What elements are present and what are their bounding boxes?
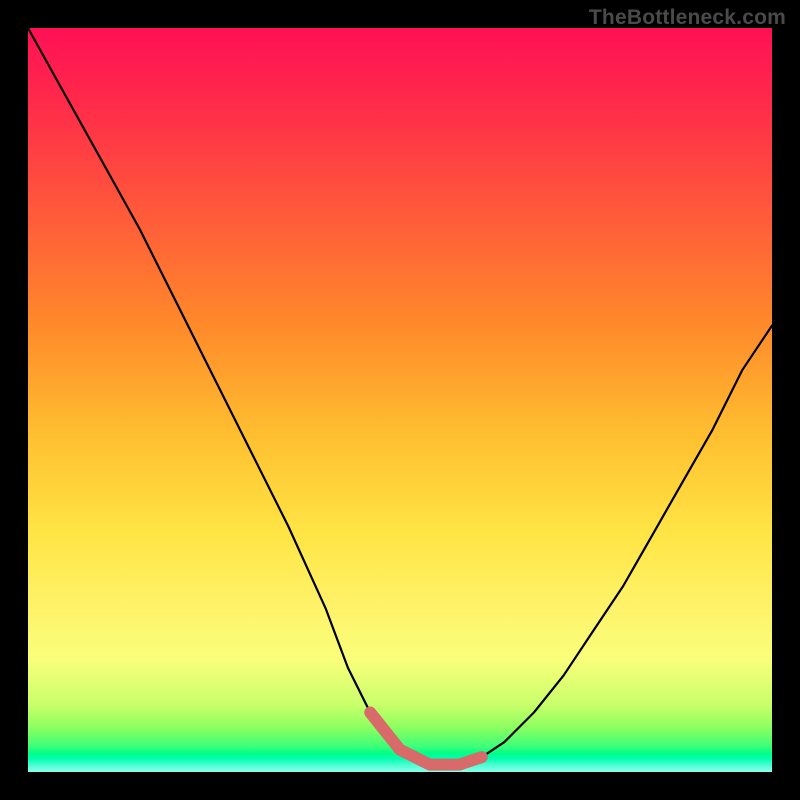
page-frame: TheBottleneck.com xyxy=(0,0,800,800)
watermark-text: TheBottleneck.com xyxy=(589,6,786,30)
trough-highlight xyxy=(370,713,482,765)
curve-svg xyxy=(28,28,772,772)
bottleneck-curve xyxy=(28,28,772,765)
